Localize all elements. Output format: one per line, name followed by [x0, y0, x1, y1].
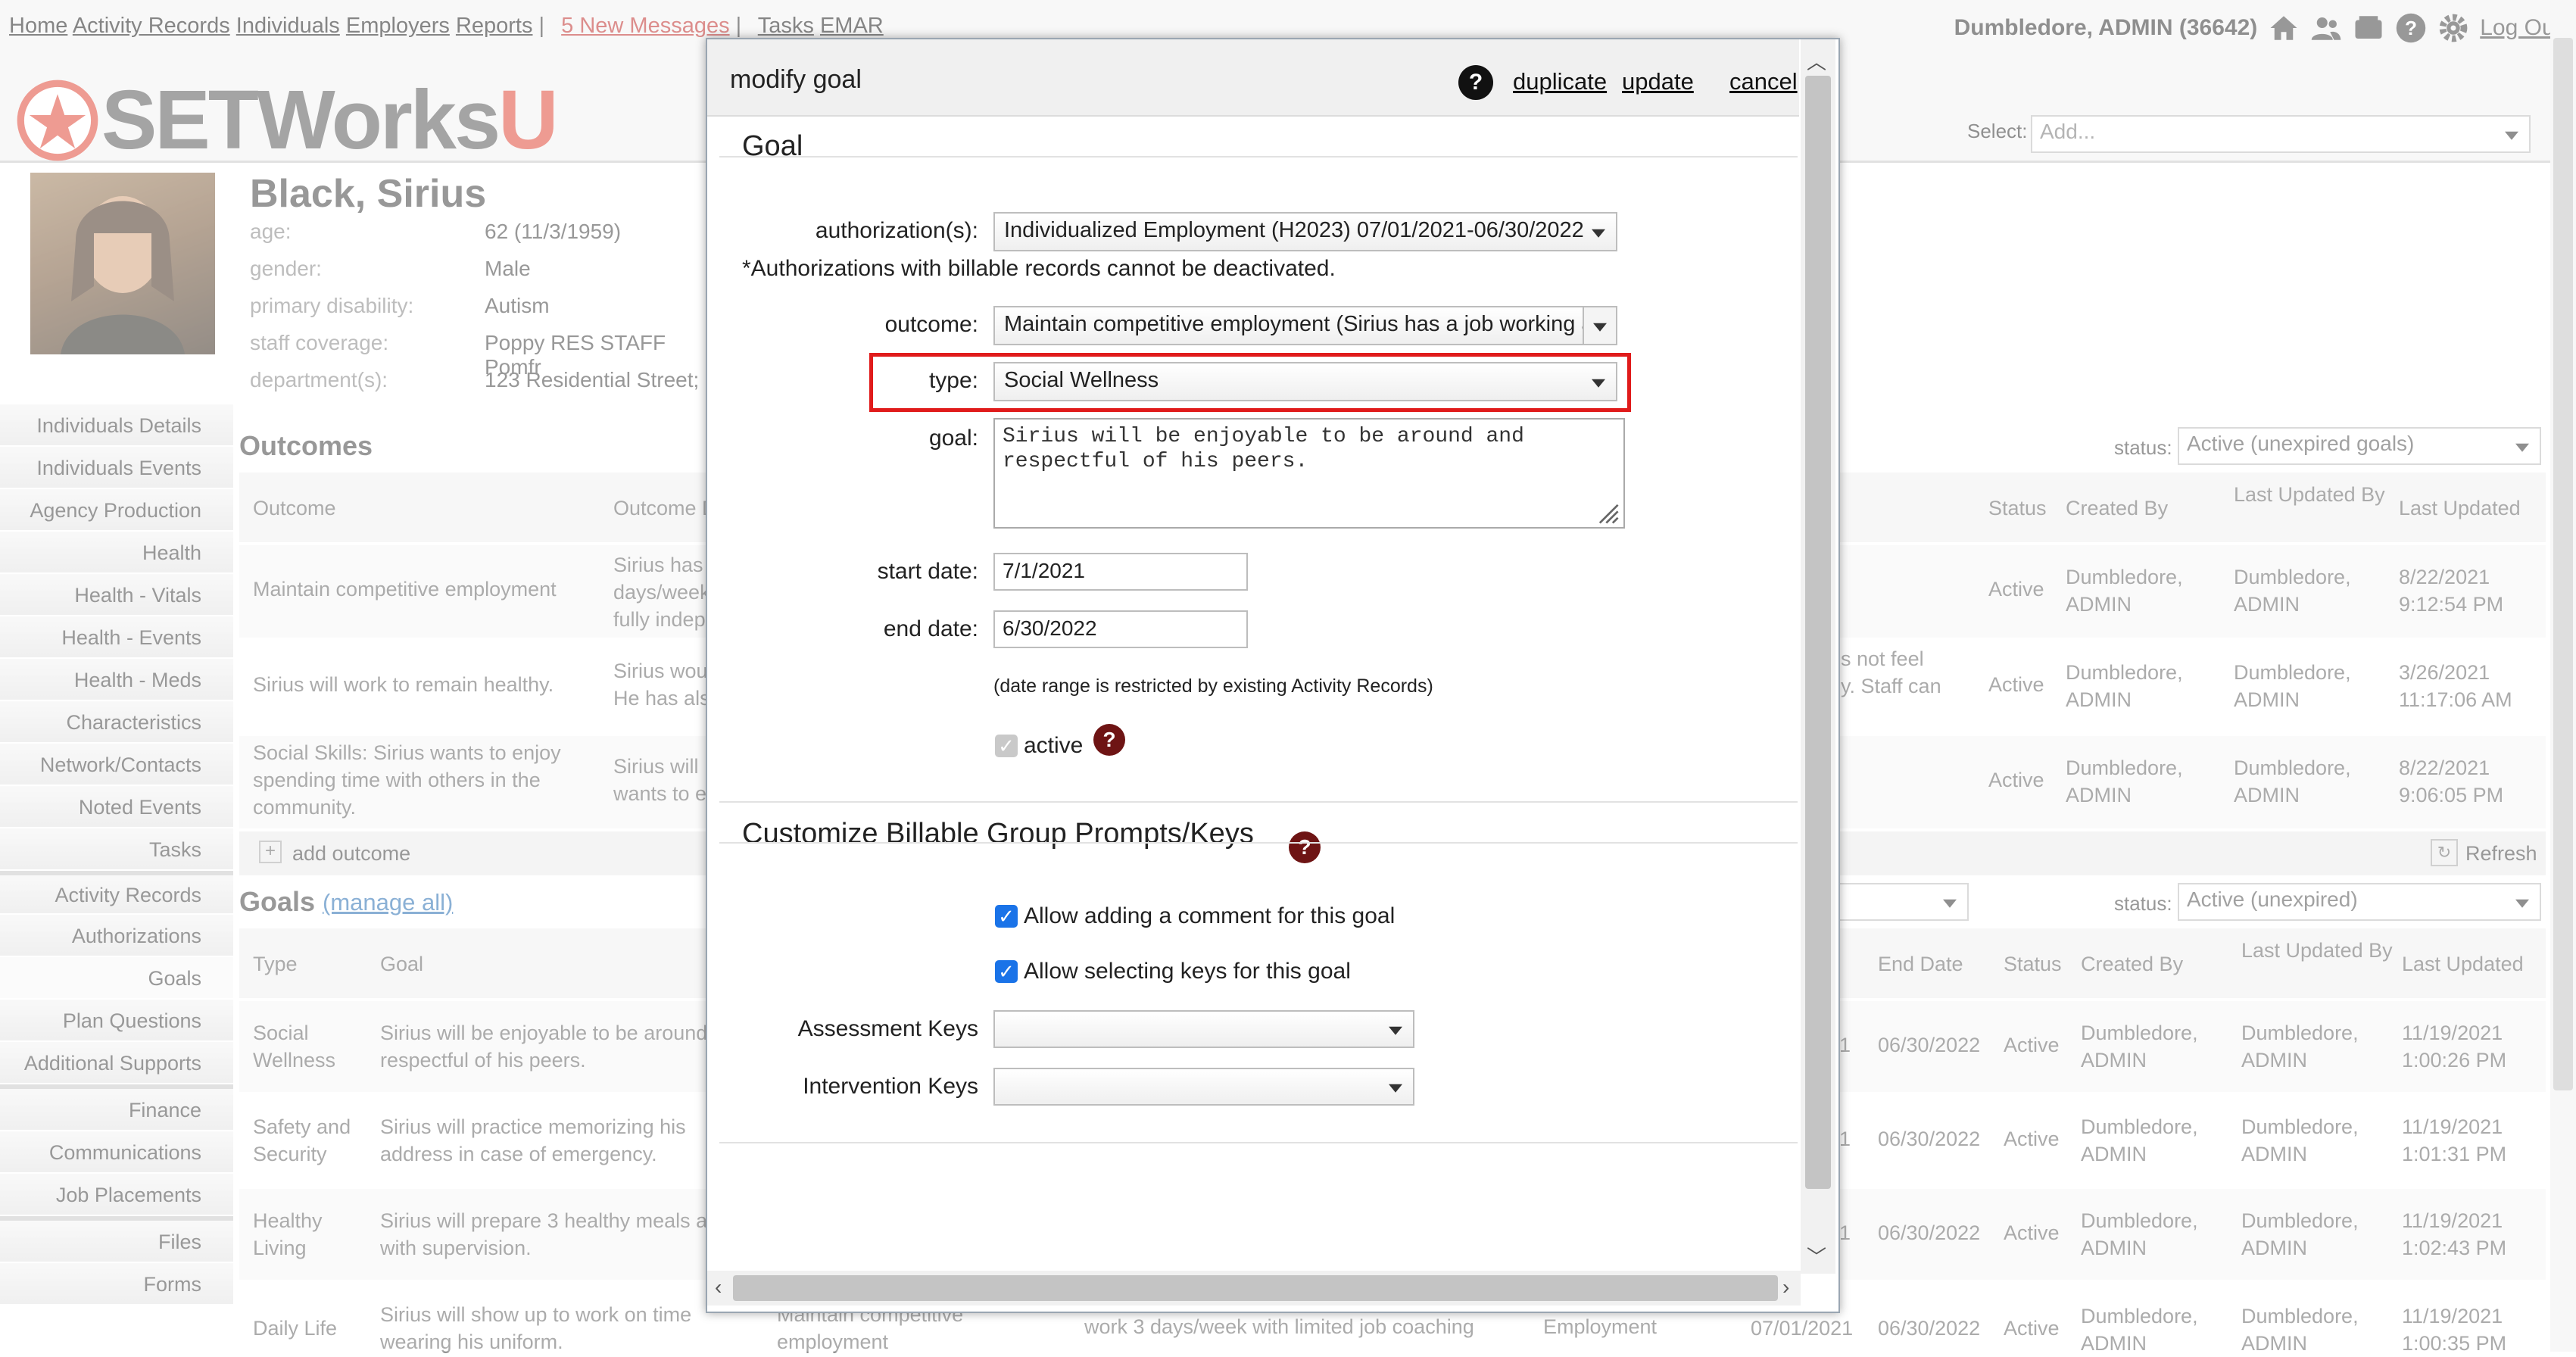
cancel-button[interactable]: cancel [1729, 68, 1798, 95]
type-label: type: [928, 368, 978, 393]
start-date-input[interactable]: 7/1/2021 [993, 553, 1248, 591]
duplicate-button[interactable]: duplicate [1513, 68, 1607, 95]
end-date-input[interactable]: 6/30/2022 [993, 610, 1248, 648]
end-date-label: end date: [883, 616, 978, 641]
active-help-icon[interactable]: ? [1093, 724, 1125, 756]
start-date-label: start date: [877, 559, 978, 584]
assessment-keys-select[interactable] [993, 1010, 1414, 1048]
allow-keys-checkbox[interactable]: ✓ [995, 960, 1018, 983]
dialog-vertical-scrollbar-thumb[interactable] [1805, 76, 1831, 1189]
dialog-horizontal-scrollbar-thumb[interactable] [733, 1275, 1778, 1301]
section-divider [719, 801, 1798, 803]
goal-label: goal: [928, 426, 978, 451]
billable-section-divider [719, 842, 1798, 844]
update-button[interactable]: update [1622, 68, 1694, 95]
billable-help-icon[interactable]: ? [1289, 831, 1321, 863]
type-select[interactable]: Social Wellness [993, 362, 1617, 401]
dialog-header: modify goal ? duplicate update cancel [707, 39, 1799, 117]
allow-keys-label: Allow selecting keys for this goal [1024, 959, 1351, 984]
resize-grip-icon[interactable] [1595, 500, 1620, 526]
goal-section-title: Goal [742, 130, 803, 162]
authorization-label: authorization(s): [815, 218, 978, 243]
scroll-up-icon[interactable]: ︿ [1807, 47, 1826, 75]
active-checkbox[interactable]: ✓ [995, 735, 1018, 757]
billable-section-title: Customize Billable Group Prompts/Keys [742, 818, 1254, 850]
outcome-label: outcome: [884, 312, 978, 337]
goal-textarea[interactable]: Sirius will be enjoyable to be around an… [993, 418, 1625, 529]
scroll-left-icon[interactable]: ‹ [715, 1275, 722, 1299]
authorization-select[interactable]: Individualized Employment (H2023) 07/01/… [993, 212, 1617, 251]
authorization-note: *Authorizations with billable records ca… [742, 256, 1336, 281]
allow-comment-checkbox[interactable]: ✓ [995, 905, 1018, 928]
allow-comment-label: Allow adding a comment for this goal [1024, 903, 1396, 928]
dialog-title: modify goal [730, 65, 862, 94]
intervention-keys-label: Intervention Keys [803, 1074, 978, 1099]
goal-section-divider [719, 156, 1798, 158]
section-divider-bottom [719, 1142, 1798, 1143]
help-icon[interactable]: ? [1458, 65, 1493, 100]
intervention-keys-select[interactable] [993, 1068, 1414, 1106]
active-label: active [1024, 733, 1084, 758]
outcome-select[interactable]: Maintain competitive employment (Sirius … [993, 306, 1617, 345]
date-range-note: (date range is restricted by existing Ac… [993, 675, 1433, 697]
assessment-keys-label: Assessment Keys [797, 1016, 978, 1041]
scroll-right-icon[interactable]: › [1782, 1275, 1789, 1299]
scroll-down-icon[interactable]: ﹀ [1807, 1242, 1826, 1270]
